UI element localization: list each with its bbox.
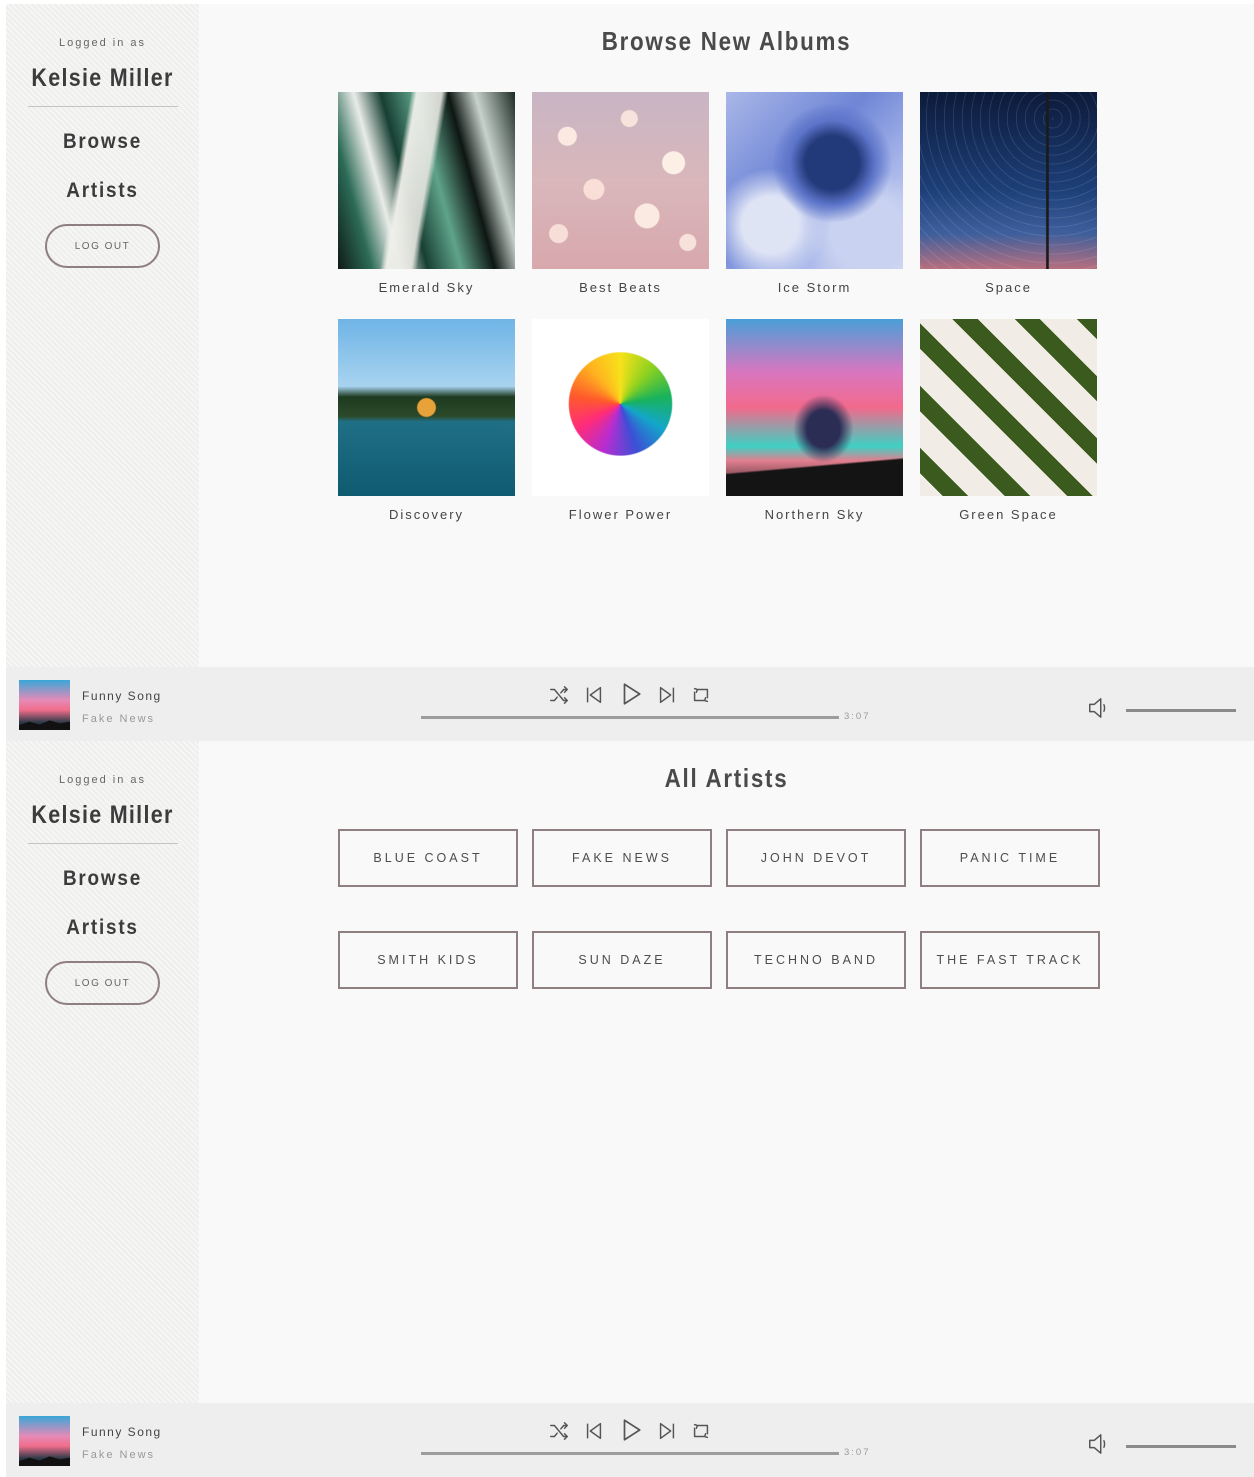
- album-cover: [920, 92, 1097, 269]
- artist-button[interactable]: FAKE NEWS: [532, 829, 712, 887]
- repeat-icon[interactable]: [690, 684, 712, 706]
- play-icon[interactable]: [618, 1417, 644, 1443]
- now-playing-title: Funny Song: [82, 1425, 162, 1439]
- album-card[interactable]: Ice Storm: [726, 92, 903, 295]
- album-card[interactable]: Best Beats: [532, 92, 709, 295]
- track-duration: 3:07: [844, 1447, 871, 1458]
- album-cover: [920, 319, 1097, 496]
- artist-button[interactable]: SMITH KIDS: [338, 931, 518, 989]
- album-title: Northern Sky: [764, 507, 865, 522]
- artist-button[interactable]: BLUE COAST: [338, 829, 518, 887]
- now-playing-artist: Fake News: [82, 713, 156, 725]
- track-duration: 3:07: [844, 711, 871, 722]
- repeat-icon[interactable]: [690, 1420, 712, 1442]
- album-card[interactable]: Discovery: [338, 319, 515, 522]
- nav-browse[interactable]: Browse: [16, 130, 190, 154]
- next-icon[interactable]: [656, 1420, 678, 1442]
- player-bar: Funny Song Fake News 3:07: [6, 1403, 1254, 1477]
- logged-in-label: Logged in as: [59, 774, 146, 786]
- artist-button[interactable]: PANIC TIME: [920, 829, 1100, 887]
- shuffle-icon[interactable]: [548, 684, 570, 706]
- artists-screen: Logged in as Kelsie Miller Browse Artist…: [6, 741, 1254, 1477]
- album-card[interactable]: Emerald Sky: [338, 92, 515, 295]
- album-card[interactable]: Flower Power: [532, 319, 709, 522]
- progress-bar[interactable]: [421, 716, 839, 719]
- artist-button[interactable]: SUN DAZE: [532, 931, 712, 989]
- album-cover: [338, 319, 515, 496]
- album-card[interactable]: Space: [920, 92, 1097, 295]
- nav-artists[interactable]: Artists: [16, 179, 190, 203]
- artists-main: All Artists BLUE COAST FAKE NEWS JOHN DE…: [199, 741, 1254, 1403]
- artist-button[interactable]: JOHN DEVOT: [726, 829, 906, 887]
- album-card[interactable]: Green Space: [920, 319, 1097, 522]
- album-title: Space: [985, 280, 1032, 295]
- now-playing-artist: Fake News: [82, 1449, 156, 1461]
- now-playing-art: [19, 1416, 70, 1466]
- sidebar-divider: [28, 843, 178, 844]
- album-title: Green Space: [959, 507, 1058, 522]
- album-cover: [532, 92, 709, 269]
- play-icon[interactable]: [618, 681, 644, 707]
- user-name: Kelsie Miller: [31, 64, 174, 92]
- volume-icon[interactable]: [1087, 1432, 1109, 1456]
- page-title: Browse New Albums: [601, 26, 852, 56]
- previous-icon[interactable]: [583, 1420, 605, 1442]
- nav-browse[interactable]: Browse: [16, 867, 190, 891]
- album-title: Emerald Sky: [378, 280, 475, 295]
- album-card[interactable]: Northern Sky: [726, 319, 903, 522]
- shuffle-icon[interactable]: [548, 1420, 570, 1442]
- browse-main: Browse New Albums Emerald Sky Best Beats…: [199, 4, 1254, 667]
- previous-icon[interactable]: [583, 684, 605, 706]
- artist-button[interactable]: THE FAST TRACK: [920, 931, 1100, 989]
- artist-button[interactable]: TECHNO BAND: [726, 931, 906, 989]
- volume-slider[interactable]: [1126, 709, 1236, 712]
- now-playing-art: [19, 680, 70, 730]
- volume-slider[interactable]: [1126, 1445, 1236, 1448]
- album-cover: [338, 92, 515, 269]
- album-cover: [726, 319, 903, 496]
- sidebar-divider: [28, 106, 178, 107]
- browse-screen: Logged in as Kelsie Miller Browse Artist…: [6, 4, 1254, 741]
- logged-in-label: Logged in as: [59, 37, 146, 49]
- album-title: Best Beats: [579, 280, 662, 295]
- user-name: Kelsie Miller: [31, 801, 174, 829]
- album-title: Ice Storm: [777, 280, 852, 295]
- player-bar: Funny Song Fake News 3:07: [6, 667, 1254, 741]
- sidebar: Logged in as Kelsie Miller Browse Artist…: [6, 4, 199, 667]
- album-title: Flower Power: [568, 507, 673, 522]
- album-cover: [726, 92, 903, 269]
- now-playing-title: Funny Song: [82, 689, 162, 703]
- nav-artists[interactable]: Artists: [16, 916, 190, 940]
- next-icon[interactable]: [656, 684, 678, 706]
- page-title: All Artists: [664, 763, 789, 793]
- sidebar: Logged in as Kelsie Miller Browse Artist…: [6, 741, 199, 1403]
- album-cover: [532, 319, 709, 496]
- album-title: Discovery: [388, 507, 465, 522]
- volume-icon[interactable]: [1087, 696, 1109, 720]
- logout-button[interactable]: LOG OUT: [45, 224, 160, 268]
- progress-bar[interactable]: [421, 1452, 839, 1455]
- logout-button[interactable]: LOG OUT: [45, 961, 160, 1005]
